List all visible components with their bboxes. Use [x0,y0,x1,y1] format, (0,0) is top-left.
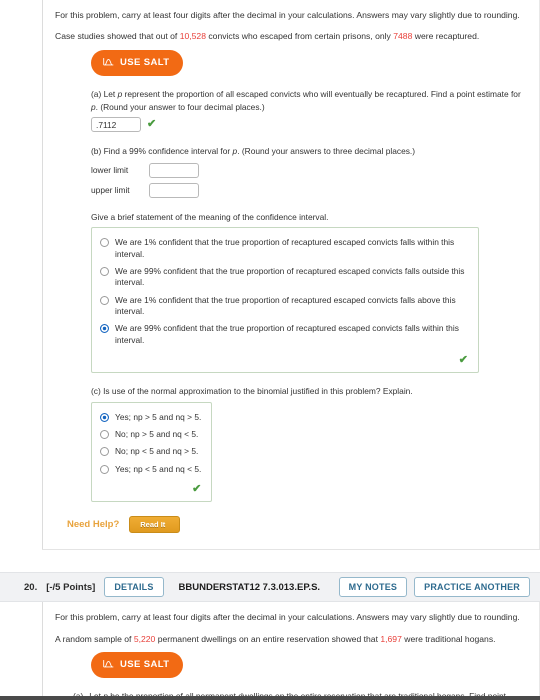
problem-19-part-b: (b) Find a 99% confidence interval for p… [91,145,529,198]
interpretation-option-label: We are 1% confident that the true propor… [115,294,456,317]
radio-icon[interactable] [100,238,109,248]
context-number-recaptured: 7488 [393,31,413,42]
assignment-page: For this problem, carry at least four di… [0,0,540,700]
problem-20-code: BBUNDERSTAT12 7.3.013.EP.S. [178,581,321,593]
context-number-total: 10,528 [179,31,206,42]
salt-button-wrap-19: USE SALT [91,49,529,76]
part-c-option-3[interactable]: Yes; np < 5 and nq < 5. [98,461,203,478]
part-c-option-2[interactable]: No; np < 5 and nq > 5. [98,443,203,460]
lower-limit-label: lower limit [91,165,129,176]
upper-limit-input[interactable] [149,182,199,198]
part-b-prompt: (b) Find a 99% confidence interval for p… [91,145,529,158]
problem-20: 20. [-/5 Points] DETAILS BBUNDERSTAT12 7… [0,572,540,700]
interpretation-option-label: We are 99% confident that the true propo… [115,323,459,345]
part-b-tag: (b) [91,146,102,157]
part-a-answer-input[interactable] [91,117,141,133]
details-button[interactable]: DETAILS [104,577,164,598]
need-help-label: Need Help? [67,519,120,531]
context-number-hogans: 1,697 [380,633,402,644]
radio-icon[interactable] [100,464,109,474]
context-number-sample: 5,220 [133,633,156,644]
radio-icon[interactable] [100,267,109,277]
context-pre: A random sample of [55,633,134,644]
radio-icon[interactable] [100,447,109,457]
problem-19-interpretation: Give a brief statement of the meaning of… [91,211,529,374]
upper-limit-row: upper limit [91,182,529,198]
problem-20-intro: For this problem, carry at least four di… [55,612,520,623]
radio-icon[interactable] [100,295,109,305]
radio-icon-selected[interactable] [100,324,109,334]
part-b-text-2: . (Round your answers to three decimal p… [237,146,416,157]
part-c-status: ✔ [98,479,203,497]
use-salt-label: USE SALT [120,659,170,671]
interpretation-option-label: We are 99% confident that the true propo… [115,266,465,288]
part-c-option-label: No; np > 5 and nq < 5. [115,429,199,440]
problem-20-header: 20. [-/5 Points] DETAILS BBUNDERSTAT12 7… [0,572,540,603]
problem-19-intro: For this problem, carry at least four di… [55,10,520,20]
part-b-text-1: Find a 99% confidence interval for [103,146,233,157]
problem-20-context: A random sample of 5,220 permanent dwell… [55,633,529,645]
green-check-icon: ✔ [192,483,202,496]
interpretation-option-label: We are 1% confident that the true propor… [115,237,455,259]
context-post: were recaptured. [412,31,480,42]
salt-button-wrap-20: USE SALT [91,651,529,678]
need-help-row: Need Help? Read It [67,516,529,534]
context-post: were traditional hogans. [401,633,496,644]
context-mid: convicts who escaped from certain prison… [205,31,394,42]
part-c-option-label: Yes; np < 5 and nq < 5. [115,463,202,474]
use-salt-button-20[interactable]: USE SALT [91,651,184,678]
interpretation-status: ✔ [98,350,470,368]
part-c-prompt: (c) Is use of the normal approximation t… [91,385,529,398]
radio-icon[interactable] [100,430,109,440]
practice-another-button[interactable]: PRACTICE ANOTHER [414,577,530,598]
use-salt-label: USE SALT [120,57,170,69]
problem-20-body: For this problem, carry at least four di… [42,602,540,700]
part-a-text-2: represent the proportion of all escaped … [122,88,521,99]
context-pre: Case studies showed that out of [55,31,180,42]
section-gap [0,550,540,573]
read-it-button[interactable]: Read It [129,516,181,534]
problem-19-divider [42,549,540,551]
interpretation-option-3[interactable]: We are 99% confident that the true propo… [98,320,470,349]
part-c-tag: (c) [91,386,101,397]
part-a-text-3: . [95,101,98,112]
part-c-option-1[interactable]: No; np > 5 and nq < 5. [98,426,203,443]
green-check-icon: ✔ [458,354,468,367]
problem-20-points: [-/5 Points] [46,581,96,593]
part-c-option-label: No; np < 5 and nq > 5. [115,446,199,457]
problem-19: For this problem, carry at least four di… [0,0,540,551]
part-a-text-1: Let [103,88,118,99]
page-bottom-rule [0,696,540,700]
part-a-tag: (a) [91,88,102,99]
interpretation-option-2[interactable]: We are 1% confident that the true propor… [98,292,470,321]
normal-curve-icon [103,658,114,672]
problem-19-body: For this problem, carry at least four di… [42,0,540,550]
part-a-round-note: (Round your answer to four decimal place… [100,101,265,112]
part-c-option-label: Yes; np > 5 and nq > 5. [115,411,202,422]
lower-limit-input[interactable] [149,162,199,178]
interpretation-prompt: Give a brief statement of the meaning of… [91,211,329,222]
green-check-icon: ✔ [147,118,157,131]
my-notes-button[interactable]: MY NOTES [338,577,408,598]
radio-icon-selected[interactable] [100,412,109,422]
use-salt-button[interactable]: USE SALT [91,49,184,76]
part-a-prompt: (a) Let p represent the proportion of al… [91,88,529,113]
problem-19-part-a: (a) Let p represent the proportion of al… [91,88,529,133]
interpretation-radio-group: We are 1% confident that the true propor… [91,227,479,374]
normal-curve-icon [103,56,114,70]
part-c-text: Is use of the normal approximation to th… [103,386,413,397]
problem-19-context: Case studies showed that out of 10,528 c… [55,30,529,42]
part-a-answer-row: ✔ [91,117,529,133]
interpretation-option-1[interactable]: We are 99% confident that the true propo… [98,263,470,292]
problem-20-number: 20. [24,581,38,593]
part-c-radio-group: Yes; np > 5 and nq > 5. No; np > 5 and n… [91,401,213,503]
part-c-option-0[interactable]: Yes; np > 5 and nq > 5. [98,409,203,426]
problem-20-header-actions: MY NOTES PRACTICE ANOTHER [338,577,530,598]
lower-limit-row: lower limit [91,162,529,178]
problem-19-part-c: (c) Is use of the normal approximation t… [91,385,529,503]
interpretation-option-0[interactable]: We are 1% confident that the true propor… [98,234,470,263]
context-mid: permanent dwellings on an entire reserva… [155,633,381,644]
upper-limit-label: upper limit [91,185,130,196]
